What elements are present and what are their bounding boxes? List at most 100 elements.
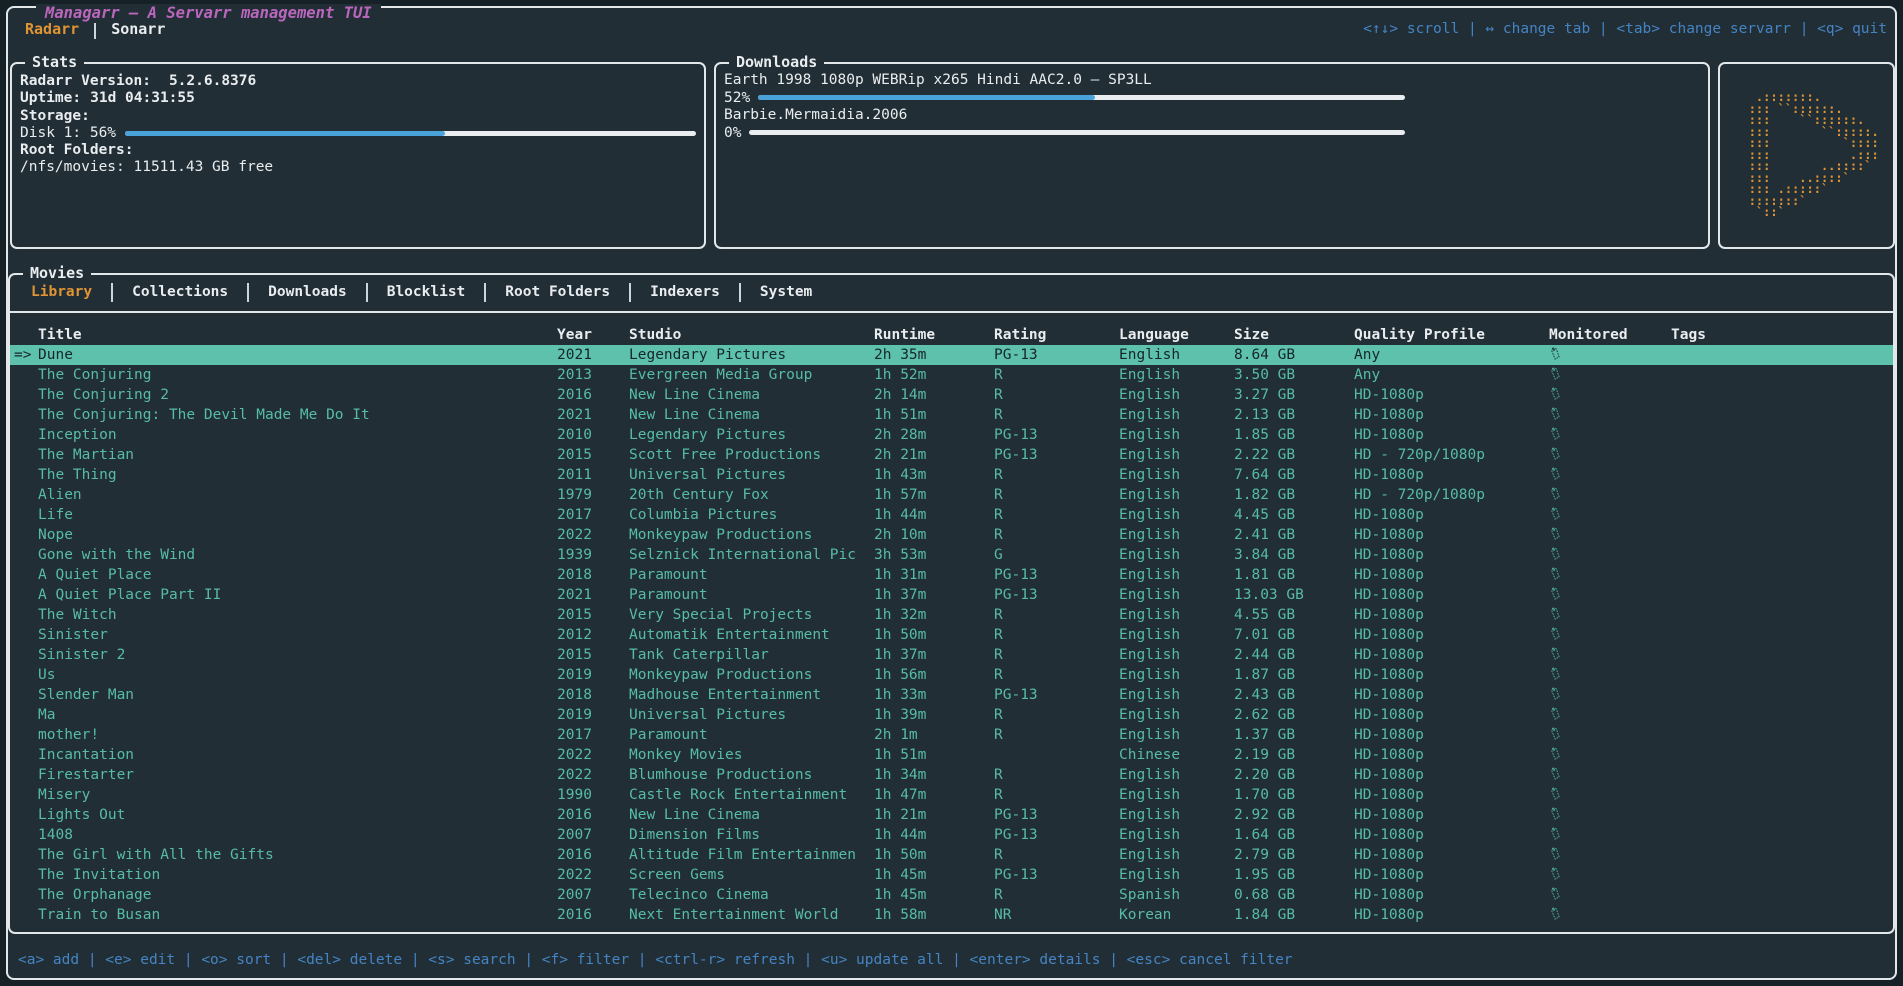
cell-rating: PG-13 [994, 565, 1119, 585]
table-row[interactable]: Incantation 2022 Monkey Movies 1h 51m Ch… [10, 745, 1893, 765]
cell-language: English [1119, 825, 1234, 845]
cell-year: 2016 [557, 905, 629, 925]
cell-studio: Very Special Projects [629, 605, 874, 625]
table-row[interactable]: The Conjuring 2013 Evergreen Media Group… [10, 365, 1893, 385]
cell-studio: Automatik Entertainment [629, 625, 874, 645]
download-progress-line: 0% [724, 124, 1700, 141]
root-folder-value: /nfs/movies: 11511.43 GB free [20, 159, 696, 176]
cell-studio: Legendary Pictures [629, 425, 874, 445]
monitored-tag-icon [1549, 446, 1562, 461]
cell-monitored [1549, 425, 1671, 445]
cell-language: English [1119, 345, 1234, 365]
downloads-list: Earth 1998 1080p WEBRip x265 Hindi AAC2.… [724, 72, 1700, 141]
table-row[interactable]: The Martian 2015 Scott Free Productions … [10, 445, 1893, 465]
movies-tab-collections[interactable]: Collections [119, 282, 241, 302]
cell-quality-profile: HD-1080p [1354, 525, 1549, 545]
cell-title: The Conjuring 2 [38, 385, 557, 405]
cell-monitored [1549, 725, 1671, 745]
selected-row-marker [10, 505, 38, 525]
table-row[interactable]: 1408 2007 Dimension Films 1h 44m PG-13 E… [10, 825, 1893, 845]
cell-language: English [1119, 585, 1234, 605]
table-row[interactable]: Lights Out 2016 New Line Cinema 1h 21m P… [10, 805, 1893, 825]
cell-tags [1671, 505, 1893, 525]
cell-size: 7.01 GB [1234, 625, 1354, 645]
movies-tab-system[interactable]: System [747, 282, 825, 302]
selected-row-marker [10, 905, 38, 925]
table-row[interactable]: Misery 1990 Castle Rock Entertainment 1h… [10, 785, 1893, 805]
cell-studio: 20th Century Fox [629, 485, 874, 505]
movies-tab-downloads[interactable]: Downloads [255, 282, 360, 302]
cell-rating: R [994, 605, 1119, 625]
table-row[interactable]: The Girl with All the Gifts 2016 Altitud… [10, 845, 1893, 865]
table-row[interactable]: Sinister 2012 Automatik Entertainment 1h… [10, 625, 1893, 645]
cell-title: The Martian [38, 445, 557, 465]
cell-size: 4.55 GB [1234, 605, 1354, 625]
table-row[interactable]: Us 2019 Monkeypaw Productions 1h 56m R E… [10, 665, 1893, 685]
download-name: Earth 1998 1080p WEBRip x265 Hindi AAC2.… [724, 72, 1700, 89]
header-marker-spacer [10, 325, 38, 345]
selected-row-marker [10, 725, 38, 745]
movies-tab-bar: Library Collections Downloads Blocklist Root… [18, 281, 825, 303]
table-row[interactable]: Ma 2019 Universal Pictures 1h 39m R Engl… [10, 705, 1893, 725]
cell-language: English [1119, 785, 1234, 805]
movies-tab-indexers[interactable]: Indexers [637, 282, 733, 302]
cell-quality-profile: HD-1080p [1354, 605, 1549, 625]
table-row[interactable]: Alien 1979 20th Century Fox 1h 57m R Eng… [10, 485, 1893, 505]
table-row[interactable]: Train to Busan 2016 Next Entertainment W… [10, 905, 1893, 925]
selected-row-marker [10, 765, 38, 785]
table-row[interactable]: The Conjuring 2 2016 New Line Cinema 2h … [10, 385, 1893, 405]
monitored-tag-icon [1549, 626, 1562, 641]
table-row[interactable]: The Witch 2015 Very Special Projects 1h … [10, 605, 1893, 625]
table-row[interactable]: The Orphanage 2007 Telecinco Cinema 1h 4… [10, 885, 1893, 905]
cell-runtime: 1h 33m [874, 685, 994, 705]
cell-year: 2016 [557, 385, 629, 405]
cell-rating: NR [994, 905, 1119, 925]
cell-studio: New Line Cinema [629, 385, 874, 405]
cell-title: Train to Busan [38, 905, 557, 925]
cell-tags [1671, 705, 1893, 725]
top-keybind-help: <↑↓> scroll | ↔ change tab | <tab> chang… [1363, 20, 1887, 38]
cell-runtime: 2h 28m [874, 425, 994, 445]
table-row[interactable]: Firestarter 2022 Blumhouse Productions 1… [10, 765, 1893, 785]
table-row[interactable]: mother! 2017 Paramount 2h 1m R English 1… [10, 725, 1893, 745]
cell-size: 1.85 GB [1234, 425, 1354, 445]
table-row[interactable]: Nope 2022 Monkeypaw Productions 2h 10m R… [10, 525, 1893, 545]
monitored-tag-icon [1549, 666, 1562, 681]
cell-title: Lights Out [38, 805, 557, 825]
cell-quality-profile: HD-1080p [1354, 665, 1549, 685]
selected-row-marker [10, 625, 38, 645]
table-row[interactable]: Gone with the Wind 1939 Selznick Interna… [10, 545, 1893, 565]
uptime-label: Uptime: [20, 90, 81, 107]
managarr-logo: .:::::::. ::: ``::::::. ::: ``::::::. ::… [1734, 92, 1879, 219]
cell-quality-profile: HD-1080p [1354, 405, 1549, 425]
movies-tab-root-folders[interactable]: Root Folders [492, 282, 623, 302]
monitored-tag-icon [1549, 606, 1562, 621]
movies-tab-library[interactable]: Library [18, 282, 105, 302]
monitored-tag-icon [1549, 726, 1562, 741]
cell-size: 2.92 GB [1234, 805, 1354, 825]
cell-tags [1671, 545, 1893, 565]
cell-monitored [1549, 505, 1671, 525]
table-row[interactable]: Inception 2010 Legendary Pictures 2h 28m… [10, 425, 1893, 445]
cell-runtime: 2h 1m [874, 725, 994, 745]
table-row[interactable]: Sinister 2 2015 Tank Caterpillar 1h 37m … [10, 645, 1893, 665]
cell-size: 2.44 GB [1234, 645, 1354, 665]
table-row[interactable]: Life 2017 Columbia Pictures 1h 44m R Eng… [10, 505, 1893, 525]
table-row[interactable]: The Invitation 2022 Screen Gems 1h 45m P… [10, 865, 1893, 885]
app-title: Managarr – A Servarr management TUI [36, 4, 381, 23]
cell-monitored [1549, 865, 1671, 885]
table-row[interactable]: The Conjuring: The Devil Made Me Do It 2… [10, 405, 1893, 425]
cell-quality-profile: HD-1080p [1354, 905, 1549, 925]
movies-tab-blocklist[interactable]: Blocklist [374, 282, 479, 302]
footer-keybind-help: <a> add | <e> edit | <o> sort | <del> de… [18, 951, 1293, 969]
cell-language: English [1119, 445, 1234, 465]
table-row[interactable]: Slender Man 2018 Madhouse Entertainment … [10, 685, 1893, 705]
table-row[interactable]: A Quiet Place Part II 2021 Paramount 1h … [10, 585, 1893, 605]
cell-size: 4.45 GB [1234, 505, 1354, 525]
cell-monitored [1549, 665, 1671, 685]
table-row[interactable]: A Quiet Place 2018 Paramount 1h 31m PG-1… [10, 565, 1893, 585]
table-row[interactable]: => Dune 2021 Legendary Pictures 2h 35m P… [10, 345, 1893, 365]
table-row[interactable]: The Thing 2011 Universal Pictures 1h 43m… [10, 465, 1893, 485]
cell-runtime: 2h 10m [874, 525, 994, 545]
cell-rating: G [994, 545, 1119, 565]
